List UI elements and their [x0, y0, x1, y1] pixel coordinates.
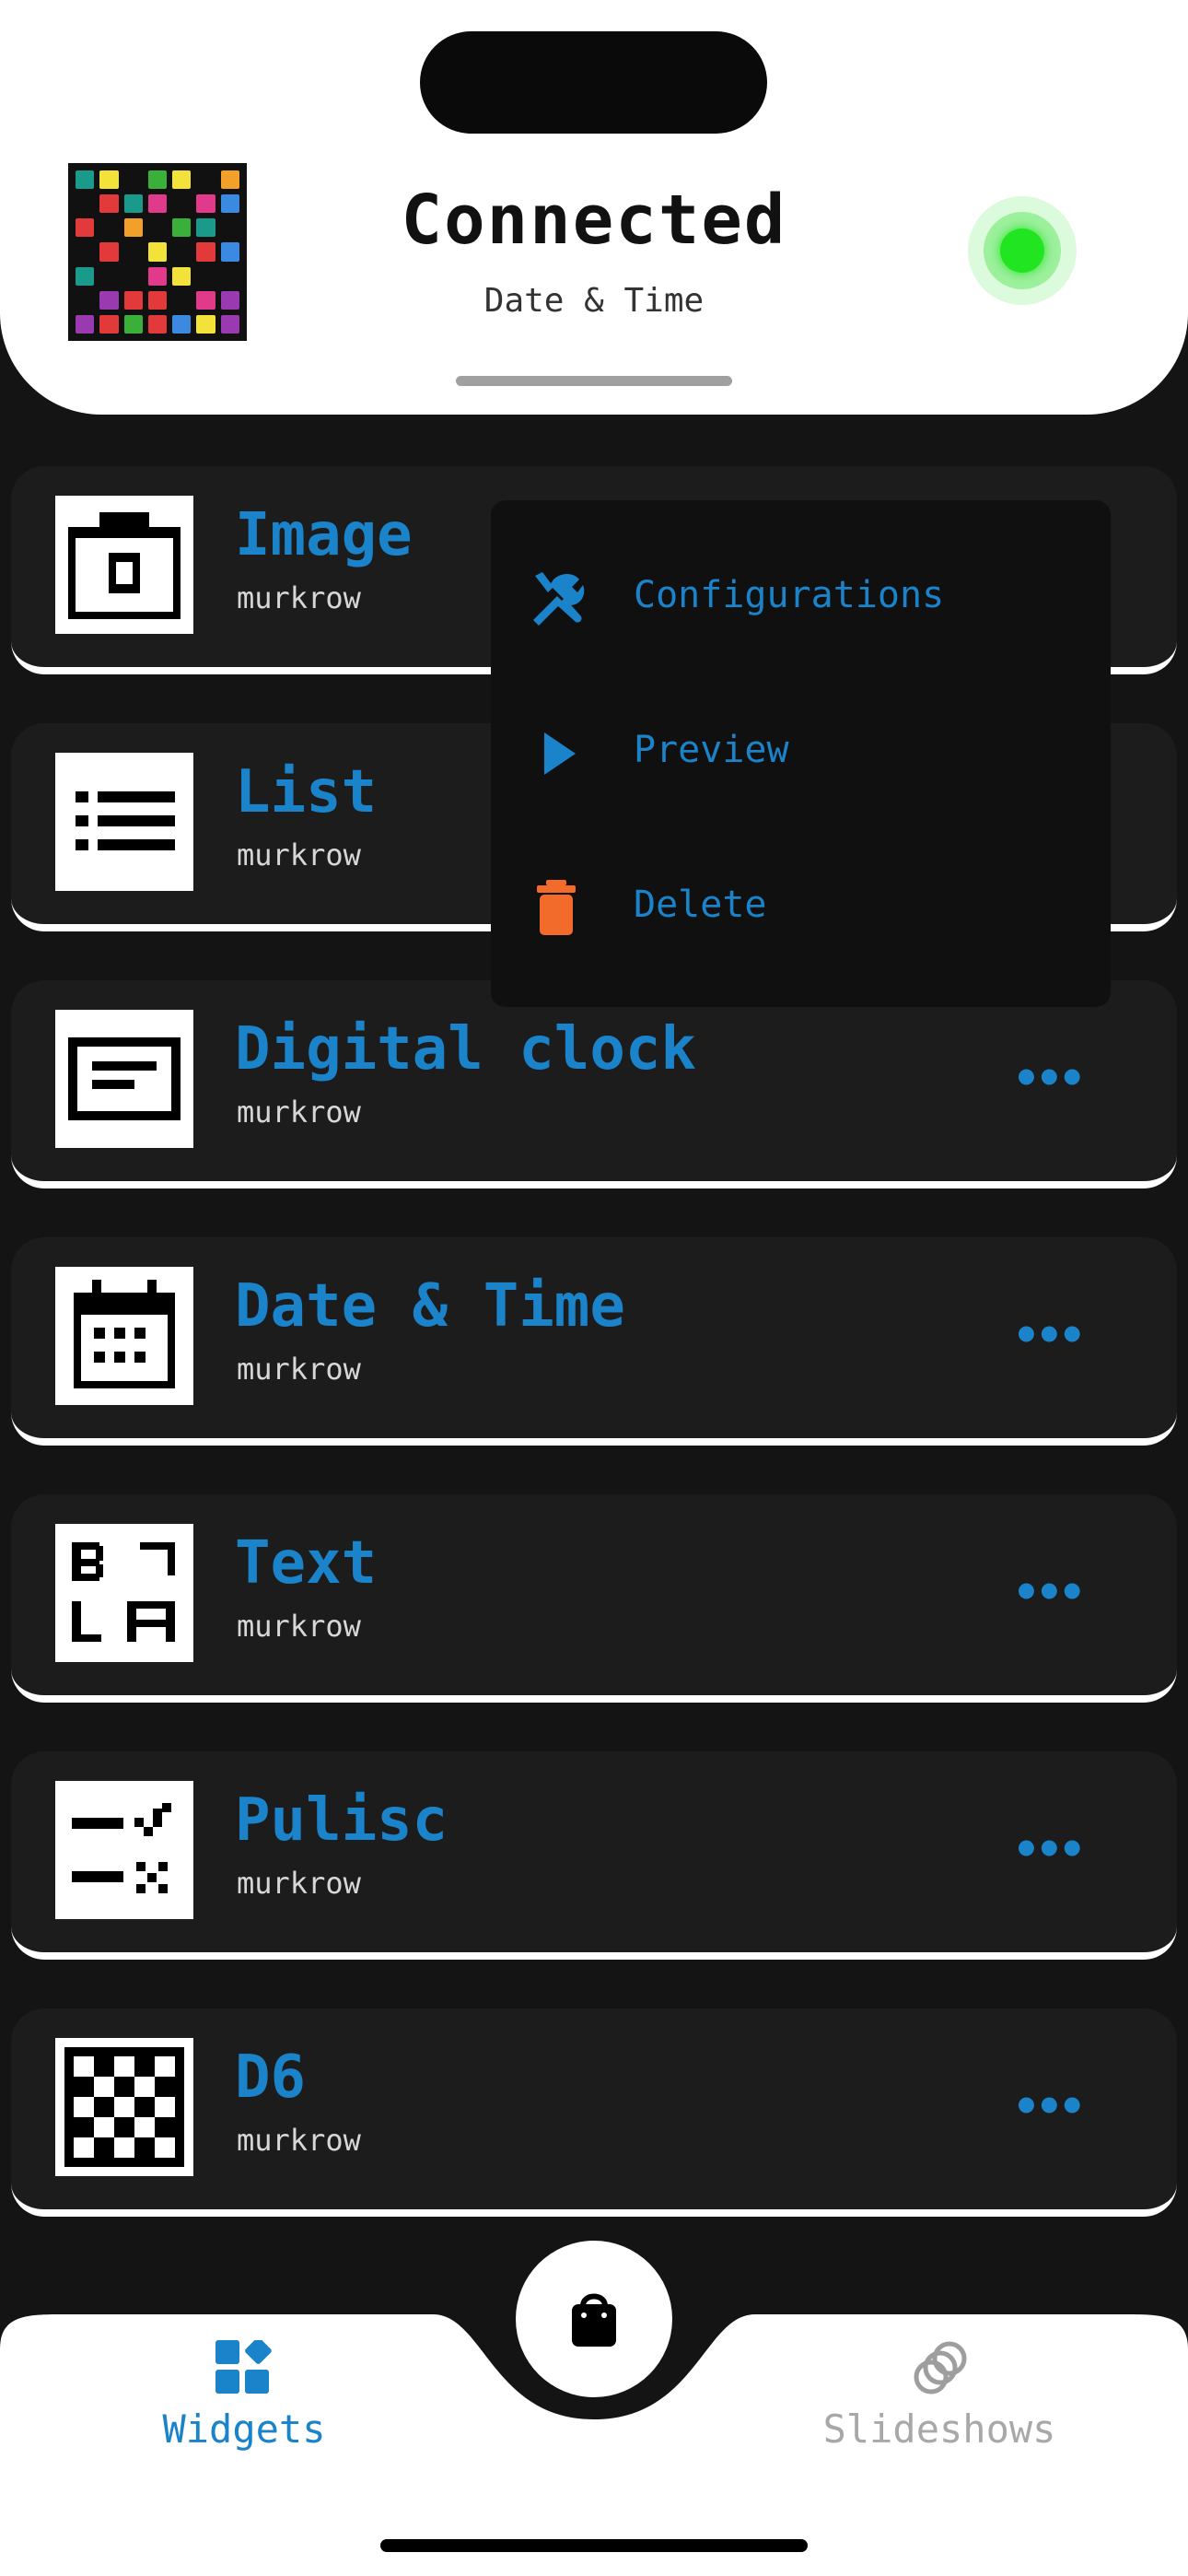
dynamic-island [420, 31, 767, 134]
widget-title: Image [235, 501, 413, 569]
widget-title: Digital clock [235, 1015, 696, 1083]
widget-title: Text [235, 1529, 378, 1598]
menu-item-configurations[interactable]: Configurations [491, 546, 1111, 657]
camera-icon [55, 496, 193, 634]
home-indicator[interactable] [380, 2539, 808, 2552]
checklist-icon [55, 1781, 193, 1919]
widget-card-text[interactable]: Text murkrow ••• [11, 1494, 1177, 1703]
widget-author: murkrow [237, 580, 361, 615]
widgets-icon [215, 2340, 272, 2394]
menu-item-label: Configurations [634, 574, 945, 616]
shopping-bag-icon [572, 2293, 616, 2347]
menu-item-label: Preview [634, 729, 789, 771]
tab-widgets[interactable]: Widgets [106, 2340, 382, 2460]
widget-author: murkrow [237, 1866, 361, 1901]
widget-context-menu: Configurations Preview Delete [491, 500, 1111, 1007]
more-options-icon[interactable]: ••• [1013, 1057, 1086, 1101]
connection-header: Connected Date & Time [0, 0, 1188, 415]
list-icon [55, 753, 193, 891]
display-icon [55, 1010, 193, 1148]
play-icon [526, 721, 587, 786]
widget-author: murkrow [237, 1609, 361, 1644]
widget-author: murkrow [237, 1352, 361, 1387]
menu-item-delete[interactable]: Delete [491, 856, 1111, 966]
tab-slideshows[interactable]: Slideshows [801, 2340, 1077, 2460]
widget-title: D6 [235, 2043, 307, 2112]
widget-author: murkrow [237, 837, 361, 872]
text-glyph-icon [55, 1524, 193, 1662]
widget-title: Pulisc [235, 1786, 448, 1855]
calendar-icon [55, 1267, 193, 1405]
more-options-icon[interactable]: ••• [1013, 1314, 1086, 1358]
connection-status-indicator [968, 196, 1077, 305]
tab-label: Widgets [162, 2406, 326, 2452]
more-options-icon[interactable]: ••• [1013, 1571, 1086, 1615]
widget-card-pulisc[interactable]: Pulisc murkrow ••• [11, 1751, 1177, 1960]
widget-author: murkrow [237, 1095, 361, 1130]
widget-card-d6[interactable]: D6 murkrow ••• [11, 2008, 1177, 2217]
menu-item-label: Delete [634, 884, 767, 926]
store-button[interactable] [516, 2241, 672, 2397]
widget-card-digital-clock[interactable]: Digital clock murkrow ••• [11, 980, 1177, 1188]
widget-author: murkrow [237, 2123, 361, 2158]
tab-label: Slideshows [822, 2406, 1056, 2452]
widget-card-date-time[interactable]: Date & Time murkrow ••• [11, 1237, 1177, 1446]
tools-icon [526, 567, 587, 631]
header-drag-handle[interactable] [456, 376, 732, 386]
widget-title: List [235, 758, 378, 826]
slideshows-icon [914, 2341, 967, 2395]
menu-item-preview[interactable]: Preview [491, 701, 1111, 812]
checkerboard-icon [55, 2038, 193, 2176]
more-options-icon[interactable]: ••• [1013, 1828, 1086, 1872]
more-options-icon[interactable]: ••• [1013, 2085, 1086, 2129]
trash-icon [526, 876, 587, 941]
widget-title: Date & Time [235, 1272, 625, 1341]
